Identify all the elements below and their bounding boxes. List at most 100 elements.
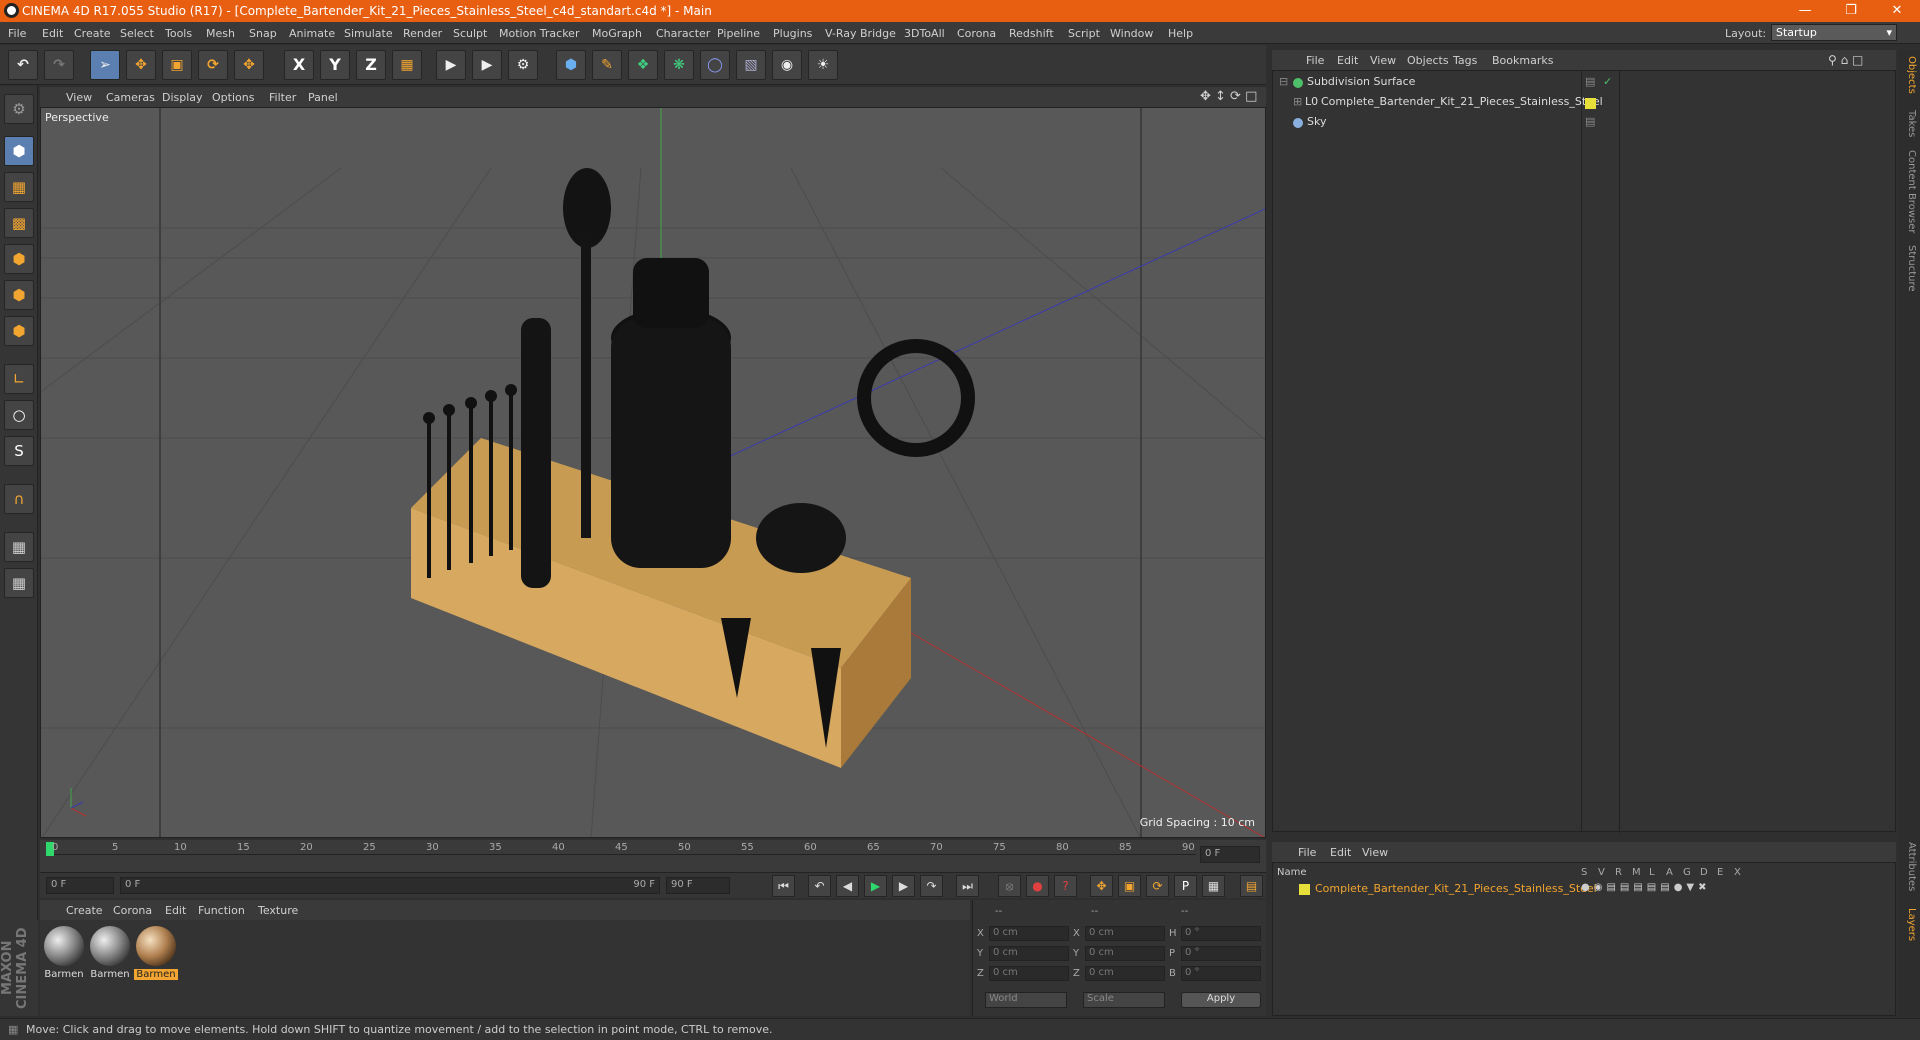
next-key-button[interactable]: ↷ [920,875,943,897]
timeline-window-button[interactable]: ▤ [1240,875,1263,897]
key-pla-button[interactable]: ▦ [1202,875,1225,897]
menu-simulate[interactable]: Simulate [344,27,393,40]
layer-toggle-icons[interactable]: ●◉▤▤▤▤▤●▼✖ [1581,882,1711,893]
viewport-menu-view[interactable]: View [66,91,92,104]
size-mode-dropdown[interactable]: Scale [1083,992,1165,1008]
menu-edit[interactable]: Edit [42,27,63,40]
undo-button[interactable]: ↶ [8,50,38,80]
render-view-button[interactable]: ▶ [436,50,466,80]
play-button[interactable]: ▶ [864,875,887,897]
viewport-menu-display[interactable]: Display [162,91,203,104]
tab-layers[interactable]: Layers [1901,908,1917,941]
layers-menu-file[interactable]: File [1298,846,1316,859]
viewport-menu-cameras[interactable]: Cameras [106,91,155,104]
rot-p-field[interactable]: 0 ° [1181,946,1261,961]
go-to-start-button[interactable]: ⏮ [772,875,795,897]
viewport-nav-icons[interactable]: ✥ ↕ ⟳ □ [1200,89,1257,104]
z-axis-lock-button[interactable]: Z [356,50,386,80]
menu-3dtoall[interactable]: 3DToAll [904,27,945,40]
menu-window[interactable]: Window [1110,27,1153,40]
light-button[interactable]: ☀ [808,50,838,80]
y-axis-lock-button[interactable]: Y [320,50,350,80]
recent-tool-button[interactable]: ✥ [234,50,264,80]
perspective-viewport[interactable]: Perspective Grid Spacing : 10 cm [40,107,1266,838]
menu-motion-tracker[interactable]: Motion Tracker [499,27,579,40]
rot-h-field[interactable]: 0 ° [1181,926,1261,941]
rotate-tool-button[interactable]: ⟳ [198,50,228,80]
object-row[interactable]: Sky ▤ [1273,115,1897,133]
size-z-field[interactable]: 0 cm [1085,966,1165,981]
maximize-button[interactable]: ❐ [1828,0,1874,22]
points-mode-button[interactable]: ⬢ [4,244,34,274]
coordinate-mode-dropdown[interactable]: World [985,992,1067,1008]
coordinate-system-button[interactable]: ▦ [392,50,422,80]
end-frame-field[interactable]: 90 F [666,877,730,894]
material-menu-create[interactable]: Create [66,904,103,917]
texture-mode-button[interactable]: ▦ [4,172,34,202]
material-swatch-selected[interactable]: Barmen [134,926,178,988]
key-rotation-button[interactable]: ⟳ [1146,875,1169,897]
visibility-dots[interactable]: ▤ [1585,75,1595,88]
viewport-menu-options[interactable]: Options [212,91,254,104]
search-icon[interactable]: ⚲ ⌂ □ [1828,53,1863,67]
pos-z-field[interactable]: 0 cm [989,966,1069,981]
material-swatch[interactable]: Barmen [88,926,132,988]
key-parameter-button[interactable]: P [1174,875,1197,897]
close-button[interactable]: ✕ [1874,0,1920,22]
render-picture-viewer-button[interactable]: ▶ [472,50,502,80]
tab-takes[interactable]: Takes [1901,110,1917,137]
previous-frame-button[interactable]: ◀ [836,875,859,897]
menu-mograph[interactable]: MoGraph [592,27,642,40]
key-position-button[interactable]: ✥ [1090,875,1113,897]
tab-structure[interactable]: Structure [1901,245,1917,292]
menu-animate[interactable]: Animate [289,27,335,40]
pen-spline-button[interactable]: ✎ [592,50,622,80]
size-x-field[interactable]: 0 cm [1085,926,1165,941]
objects-menu-tags[interactable]: Tags [1453,54,1477,67]
material-menu-edit[interactable]: Edit [165,904,186,917]
previous-key-button[interactable]: ↶ [808,875,831,897]
size-y-field[interactable]: 0 cm [1085,946,1165,961]
material-menu-function[interactable]: Function [198,904,245,917]
enabled-check-icon[interactable]: ✓ [1603,75,1612,88]
tab-objects[interactable]: Objects [1901,56,1917,94]
layer-row[interactable]: Complete_Bartender_Kit_21_Pieces_Stainle… [1273,881,1897,898]
menu-tools[interactable]: Tools [165,27,192,40]
menu-select[interactable]: Select [120,27,154,40]
keyframe-selection-button[interactable]: ? [1054,875,1077,897]
menu-plugins[interactable]: Plugins [773,27,812,40]
menu-script[interactable]: Script [1068,27,1100,40]
menu-snap[interactable]: Snap [249,27,277,40]
menu-pipeline[interactable]: Pipeline [717,27,760,40]
camera-button[interactable]: ◉ [772,50,802,80]
menu-render[interactable]: Render [403,27,442,40]
start-frame-field[interactable]: 0 F [46,877,114,894]
menu-character[interactable]: Character [656,27,710,40]
visibility-dots[interactable]: ▤ [1585,115,1595,128]
floor-button[interactable]: ▧ [736,50,766,80]
expand-icon[interactable]: ⊞ [1293,95,1302,108]
move-tool-button[interactable]: ✥ [126,50,156,80]
go-to-end-button[interactable]: ⏭ [956,875,979,897]
layers-menu-edit[interactable]: Edit [1330,846,1351,859]
workplane-lock-button[interactable]: ▦ [4,532,34,562]
tab-content-browser[interactable]: Content Browser [1901,150,1917,233]
material-menu-corona[interactable]: Corona [113,904,152,917]
layers-menu-view[interactable]: View [1362,846,1388,859]
cube-object-button[interactable]: ⬢ [556,50,586,80]
objects-menu-edit[interactable]: Edit [1337,54,1358,67]
redo-button[interactable]: ↷ [44,50,74,80]
viewport-menu-panel[interactable]: Panel [308,91,338,104]
rot-b-field[interactable]: 0 ° [1181,966,1261,981]
material-menu-texture[interactable]: Texture [258,904,298,917]
apply-button[interactable]: Apply [1181,992,1261,1008]
layer-color-swatch[interactable] [1299,884,1310,895]
render-settings-button[interactable]: ⚙ [508,50,538,80]
x-axis-lock-button[interactable]: X [284,50,314,80]
collapse-icon[interactable]: ⊟ [1279,75,1288,88]
menu-create[interactable]: Create [74,27,111,40]
workplane-mode-button[interactable]: ▩ [4,208,34,238]
menu-sculpt[interactable]: Sculpt [453,27,487,40]
solo-button[interactable]: S [4,436,34,466]
live-selection-button[interactable]: ➢ [90,50,120,80]
